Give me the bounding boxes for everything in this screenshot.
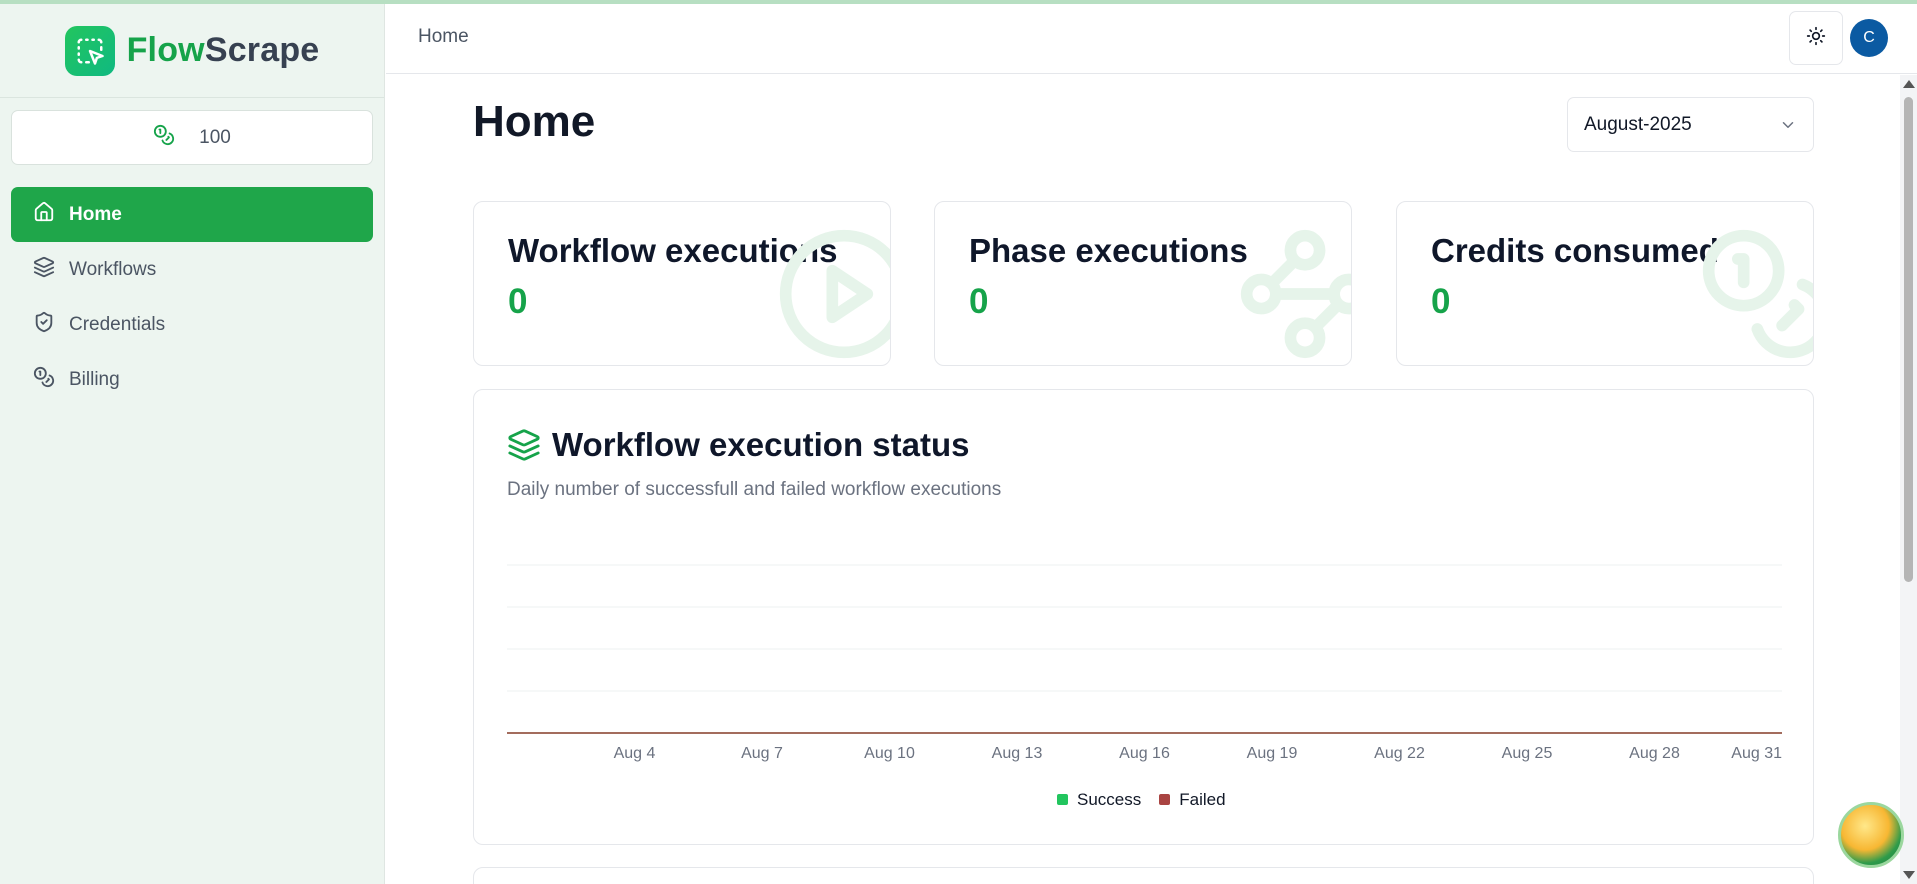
- stat-title: Phase executions: [969, 232, 1248, 269]
- stat-card-phase-executions: Phase executions 0: [934, 201, 1352, 366]
- sidebar-item-home[interactable]: Home: [11, 187, 373, 242]
- legend-item-failed[interactable]: Failed: [1159, 790, 1226, 810]
- x-tick-label: Aug 19: [1247, 745, 1298, 762]
- play-circle-icon: [779, 229, 890, 359]
- workflow-status-card: Workflow execution status Daily number o…: [473, 389, 1814, 845]
- x-tick-label: Aug 28: [1629, 745, 1680, 762]
- legend-label: Failed: [1179, 790, 1226, 809]
- legend-swatch: [1057, 794, 1068, 805]
- period-value: August-2025: [1584, 113, 1692, 135]
- stat-title: Credits consumed: [1431, 232, 1719, 269]
- status-chart: Aug 4 Aug 7 Aug 10 Aug 13 Aug 16 Aug 19 Aug 22…: [507, 564, 1782, 762]
- logo[interactable]: FlowScrape: [0, 4, 384, 98]
- coins-icon: [1702, 229, 1813, 359]
- sidebar-nav: Home Workflows Credentials Billing: [0, 187, 384, 407]
- x-tick-label: Aug 31: [1731, 745, 1782, 762]
- waypoints-icon: [1240, 229, 1351, 359]
- x-tick-label: Aug 4: [614, 745, 656, 762]
- scroll-thumb[interactable]: [1904, 97, 1913, 582]
- assistant-bubble[interactable]: [1838, 802, 1904, 868]
- coins-icon: [33, 366, 55, 394]
- layers-icon: [33, 256, 55, 284]
- stat-value: 0: [508, 282, 528, 321]
- x-tick-label: Aug 25: [1502, 745, 1553, 762]
- logo-icon: [64, 25, 115, 76]
- coins-icon: [153, 124, 175, 152]
- sidebar-item-label: Home: [69, 203, 122, 225]
- stat-value: 0: [969, 282, 989, 321]
- scroll-up-arrow[interactable]: [1903, 80, 1915, 88]
- sidebar-item-workflows[interactable]: Workflows: [11, 242, 373, 297]
- scroll-down-arrow[interactable]: [1903, 871, 1915, 879]
- x-tick-label: Aug 10: [864, 745, 915, 762]
- avatar[interactable]: C: [1850, 19, 1888, 57]
- sidebar-item-label: Billing: [69, 368, 120, 390]
- credits-balance[interactable]: 100: [11, 110, 373, 165]
- page-scrollbar[interactable]: [1900, 75, 1917, 884]
- breadcrumb[interactable]: Home: [418, 26, 469, 48]
- chevron-down-icon: [1779, 116, 1797, 140]
- x-tick-label: Aug 22: [1374, 745, 1425, 762]
- next-card: [473, 867, 1814, 884]
- brand-name: FlowScrape: [126, 31, 320, 69]
- sun-icon: [1806, 26, 1826, 51]
- legend-swatch: [1159, 794, 1171, 805]
- sidebar-item-billing[interactable]: Billing: [11, 352, 373, 407]
- sidebar-item-credentials[interactable]: Credentials: [11, 297, 373, 352]
- stat-card-workflow-executions: Workflow executions 0: [473, 201, 891, 366]
- x-tick-label: Aug 13: [992, 745, 1043, 762]
- main-content: Home August-2025 Workflow executions 0 P…: [386, 75, 1900, 884]
- stat-value: 0: [1431, 282, 1451, 321]
- shield-icon: [33, 311, 55, 339]
- top-header: Home C: [386, 4, 1917, 74]
- theme-toggle-button[interactable]: [1789, 11, 1843, 65]
- period-select[interactable]: August-2025: [1567, 97, 1814, 152]
- x-tick-label: Aug 16: [1119, 745, 1170, 762]
- legend-label: Success: [1077, 790, 1142, 809]
- sidebar: FlowScrape 100 Home Workflows Credential…: [0, 4, 385, 884]
- home-icon: [33, 201, 55, 229]
- credits-value: 100: [199, 126, 231, 148]
- legend-item-success[interactable]: Success: [1057, 790, 1141, 810]
- page-title: Home: [473, 97, 596, 146]
- x-tick-label: Aug 7: [741, 745, 783, 762]
- sidebar-item-label: Credentials: [69, 313, 166, 335]
- chart-legend: Success Failed: [1057, 790, 1226, 810]
- sidebar-item-label: Workflows: [69, 258, 157, 280]
- stat-card-credits-consumed: Credits consumed 0: [1396, 201, 1814, 366]
